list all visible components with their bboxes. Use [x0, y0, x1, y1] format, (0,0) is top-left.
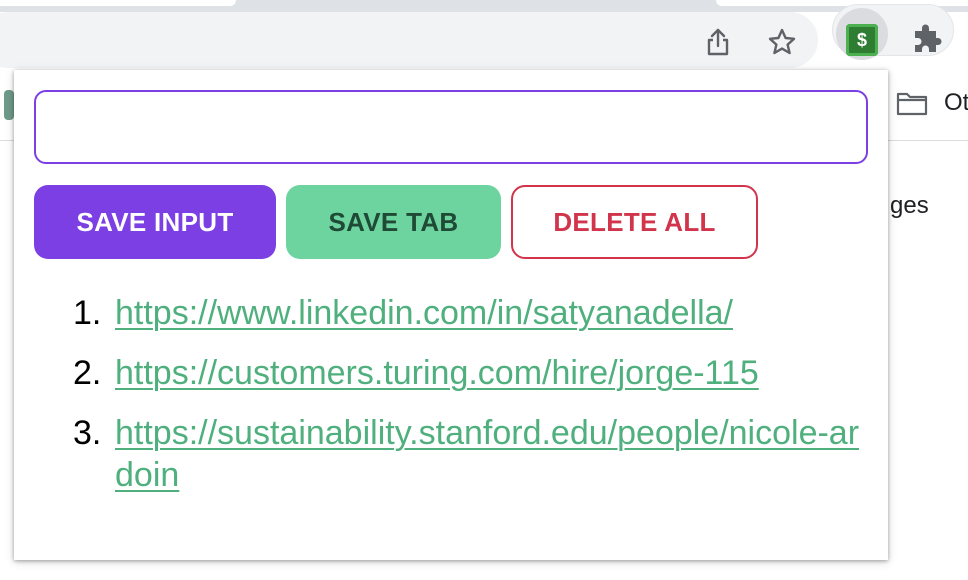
other-bookmarks-label[interactable]: Ot — [944, 89, 968, 117]
list-item: 1. https://www.linkedin.com/in/satyanade… — [34, 292, 874, 334]
dollar-extension-icon[interactable]: $ — [846, 24, 878, 56]
share-icon[interactable] — [700, 24, 736, 60]
tab-edge — [0, 0, 236, 6]
star-icon[interactable] — [764, 24, 800, 60]
lead-input[interactable] — [34, 90, 868, 164]
lead-link[interactable]: https://customers.turing.com/hire/jorge-… — [115, 354, 759, 392]
bookmark-icon[interactable] — [4, 90, 14, 120]
list-item-number: 3. — [73, 414, 102, 452]
lead-link[interactable]: https://www.linkedin.com/in/satyanadella… — [115, 294, 733, 332]
save-input-button[interactable]: SAVE INPUT — [34, 185, 276, 259]
delete-all-button[interactable]: DELETE ALL — [511, 185, 758, 259]
folder-icon[interactable] — [896, 90, 928, 116]
puzzle-extensions-icon[interactable] — [906, 22, 946, 58]
list-item-number: 1. — [73, 294, 102, 332]
save-tab-button[interactable]: SAVE TAB — [286, 185, 501, 259]
list-item: 2. https://customers.turing.com/hire/jor… — [34, 352, 874, 394]
dollar-symbol: $ — [856, 29, 867, 50]
list-item-number: 2. — [73, 354, 102, 392]
address-bar[interactable] — [0, 12, 818, 68]
browser-toolbar — [0, 12, 968, 70]
leads-list: 1. https://www.linkedin.com/in/satyanade… — [34, 292, 874, 514]
tab-strip — [0, 0, 968, 12]
lead-link[interactable]: https://sustainability.stanford.edu/peop… — [115, 414, 859, 494]
list-item: 3. https://sustainability.stanford.edu/p… — [34, 412, 874, 496]
page-background-text: ges — [890, 192, 929, 219]
extension-popup: SAVE INPUT SAVE TAB DELETE ALL 1. https:… — [14, 70, 888, 560]
